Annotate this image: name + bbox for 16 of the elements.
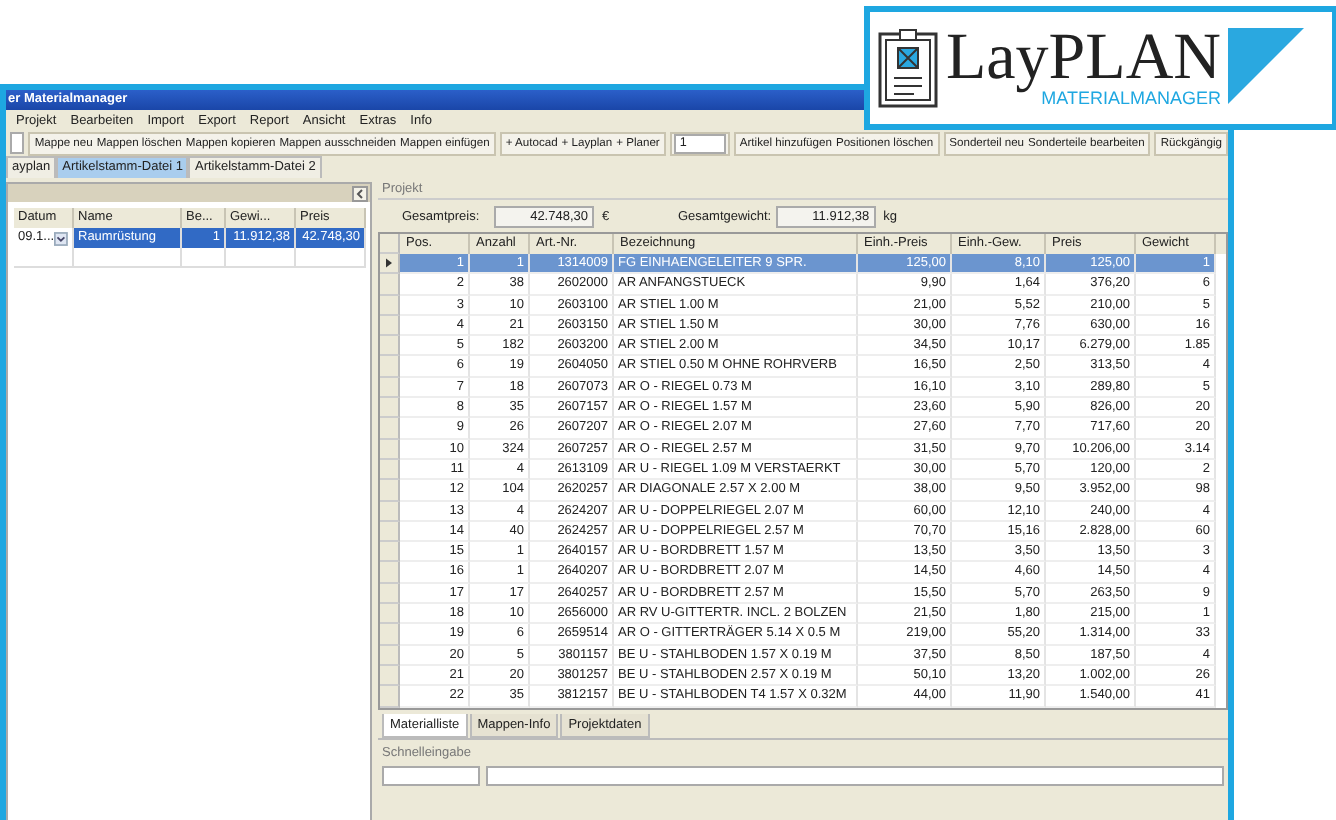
logo-subtitle: MATERIALMANAGER bbox=[1041, 88, 1221, 108]
input-field[interactable] bbox=[486, 765, 1224, 786]
row-pointer-icon bbox=[386, 258, 392, 269]
clipboard-icon bbox=[878, 28, 938, 108]
toolbar-field[interactable] bbox=[10, 132, 25, 154]
logo-title: LayPLAN bbox=[946, 28, 1221, 88]
table-cell bbox=[226, 248, 296, 268]
triangle-icon bbox=[1228, 28, 1305, 104]
collapse-icon[interactable] bbox=[352, 185, 368, 201]
dropdown-icon[interactable] bbox=[54, 231, 68, 245]
table-cell bbox=[296, 248, 366, 268]
input-field[interactable] bbox=[382, 765, 480, 786]
row-header[interactable] bbox=[380, 254, 400, 275]
table-cell bbox=[14, 248, 74, 268]
table-cell bbox=[74, 248, 182, 268]
table-cell bbox=[182, 248, 226, 268]
